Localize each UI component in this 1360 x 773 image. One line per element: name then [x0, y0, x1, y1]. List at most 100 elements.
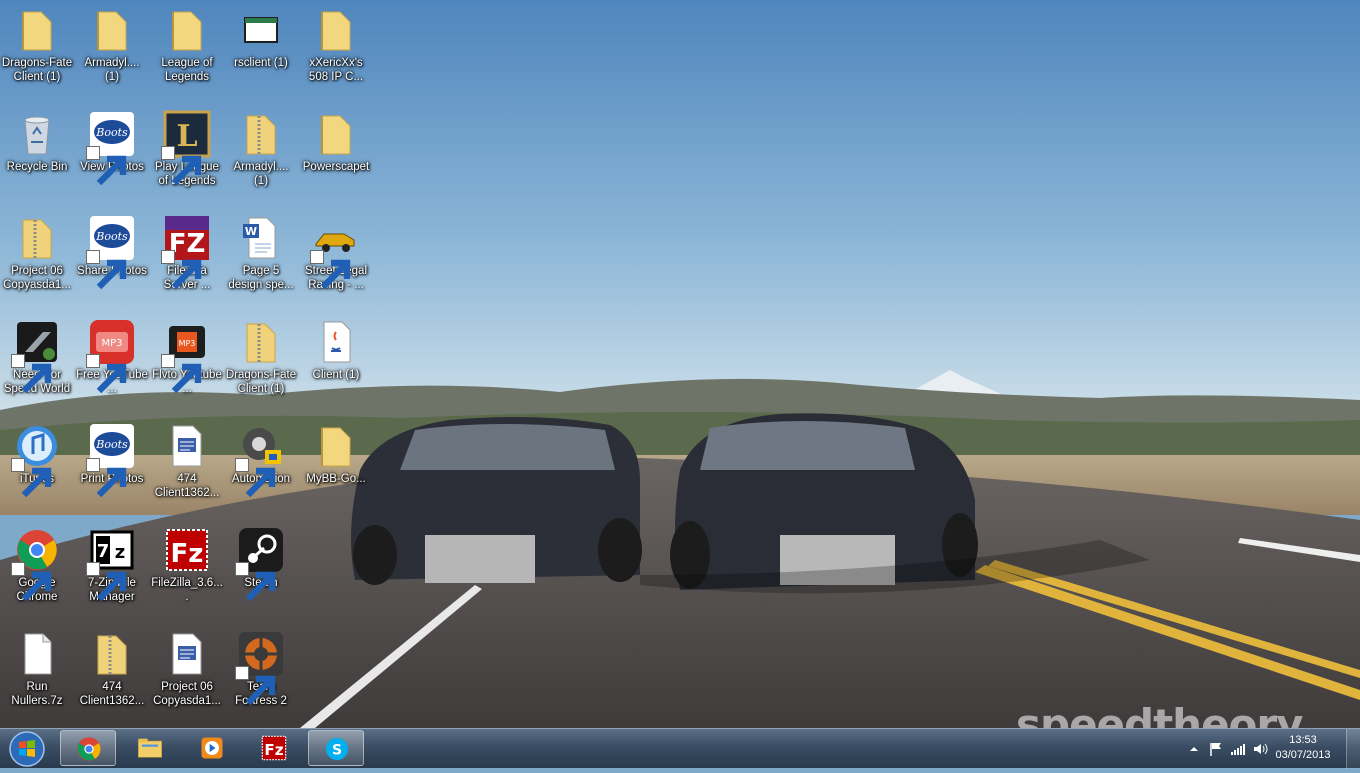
desktop-icon-filezilla-server[interactable]: FZ FileZilla Server ... — [150, 208, 224, 308]
shortcut-arrow-icon — [235, 666, 276, 706]
taskbar-chrome-button[interactable] — [60, 730, 116, 766]
file-explorer-icon — [138, 738, 162, 758]
media-player-icon — [201, 737, 223, 759]
shortcut-arrow-icon — [86, 562, 127, 602]
desktop-icon-474-client-zip[interactable]: 474 Client1362... — [75, 624, 149, 724]
desktop-icon-run-nullers[interactable]: Run Nullers.7z — [0, 624, 74, 724]
svg-text:Boots: Boots — [95, 230, 128, 243]
shortcut-arrow-icon — [235, 562, 276, 602]
folder-icon — [88, 6, 136, 54]
desktop-icon-free-youtube[interactable]: MP3 Free YouTube ... — [75, 312, 149, 412]
desktop-icon-dragons-fate-zip[interactable]: Dragons-Fate Client (1) — [224, 312, 298, 412]
desktop: Dragons-Fate Client (1) Recycle Bin Proj… — [0, 0, 1360, 728]
shortcut-arrow-icon — [161, 250, 202, 290]
desktop-icon-automation[interactable]: Automation — [224, 416, 298, 516]
taskbar-filezilla-button[interactable]: Fz — [246, 730, 302, 766]
filezilla-icon: Fz — [261, 735, 287, 761]
clock-date: 03/07/2013 — [1275, 749, 1331, 761]
show-hidden-icons-arrow-icon[interactable] — [1186, 741, 1202, 757]
skype-icon: S — [325, 737, 349, 761]
shortcut-arrow-icon — [86, 146, 127, 186]
steam-icon — [235, 526, 285, 602]
desktop-icon-xxericxx-508[interactable]: xXericXx's 508 IP C... — [299, 0, 373, 100]
svg-text:S: S — [332, 742, 342, 758]
shortcut-arrow-icon — [86, 354, 127, 394]
java-file-icon — [312, 318, 360, 366]
folder-icon — [13, 6, 61, 54]
desktop-icon-need-for-speed-world[interactable]: Need For Speed World — [0, 312, 74, 412]
taskbar-explorer-button[interactable] — [122, 730, 178, 766]
svg-text:Boots: Boots — [95, 126, 128, 139]
start-button[interactable] — [4, 730, 50, 768]
shortcut-arrow-icon — [235, 458, 276, 498]
desktop-icon-recycle-bin[interactable]: Recycle Bin — [0, 104, 74, 204]
desktop-icon-team-fortress-2[interactable]: Team Fortress 2 — [224, 624, 298, 724]
chrome-icon — [11, 526, 61, 602]
taskbar: Fz S 13:53 03/07/2013 — [0, 728, 1360, 769]
action-center-flag-icon[interactable] — [1208, 741, 1224, 757]
desktop-icon-street-legal-racing[interactable]: Street Legal Racing - ... — [299, 208, 373, 308]
filezilla-icon: Fz — [163, 526, 211, 574]
svg-text:W: W — [245, 225, 257, 238]
batch-file-icon — [163, 422, 211, 470]
folder-icon — [163, 6, 211, 54]
word-document-icon: W — [237, 214, 285, 262]
svg-text:Fz: Fz — [264, 741, 283, 759]
desktop-icon-share-photos[interactable]: Boots Share Photos — [75, 208, 149, 308]
boots-photo-icon: Boots — [86, 214, 136, 290]
desktop-icon-client-java[interactable]: Client (1) — [299, 312, 373, 412]
folder-icon — [312, 110, 360, 158]
shortcut-arrow-icon — [11, 458, 52, 498]
zip-folder-icon — [88, 630, 136, 678]
folder-icon — [312, 6, 360, 54]
desktop-icon-google-chrome[interactable]: Google Chrome — [0, 520, 74, 620]
system-tray: 13:53 03/07/2013 — [1160, 729, 1360, 769]
svg-text:MP3: MP3 — [101, 338, 122, 349]
desktop-icon-play-league-of-legends[interactable]: L Play League of Legends — [150, 104, 224, 204]
svg-text:Boots: Boots — [95, 438, 128, 451]
shortcut-arrow-icon — [310, 250, 351, 290]
desktop-icon-flvto-youtube[interactable]: MP3 Flvto Youtube ... — [150, 312, 224, 412]
desktop-icon-armadyl-zip[interactable]: Armadyl.... (1) — [224, 104, 298, 204]
clock[interactable]: 13:53 03/07/2013 — [1268, 733, 1338, 763]
zip-folder-icon — [237, 110, 285, 158]
desktop-icon-project-06-batch[interactable]: Project 06 Copyasda1... — [150, 624, 224, 724]
desktop-icon-powerscapet[interactable]: Powerscapet — [299, 104, 373, 204]
folder-icon — [312, 422, 360, 470]
zip-folder-icon — [237, 318, 285, 366]
shortcut-arrow-icon — [86, 458, 127, 498]
blank-file-icon — [13, 630, 61, 678]
desktop-icon-league-of-legends-folder[interactable]: League of Legends — [150, 0, 224, 100]
svg-text:z: z — [115, 542, 125, 563]
desktop-icon-filezilla[interactable]: Fz FileZilla_3.6.... — [150, 520, 224, 620]
boots-photo-icon: Boots — [86, 110, 136, 186]
desktop-icon-steam[interactable]: Steam — [224, 520, 298, 620]
desktop-icon-armadyl-1[interactable]: Armadyl.... (1) — [75, 0, 149, 100]
chrome-icon — [77, 737, 101, 761]
batch-file-icon — [163, 630, 211, 678]
desktop-icon-dragons-fate-client[interactable]: Dragons-Fate Client (1) — [0, 0, 74, 100]
show-desktop-button[interactable] — [1346, 729, 1360, 769]
desktop-icon-7zip-file-manager[interactable]: 7z 7-Zip File Manager — [75, 520, 149, 620]
taskbar-media-player-button[interactable] — [184, 730, 240, 766]
shortcut-arrow-icon — [161, 354, 202, 394]
svg-text:Fz: Fz — [171, 539, 204, 569]
flvto-icon: MP3 — [161, 318, 211, 394]
desktop-icon-project-06[interactable]: Project 06 Copyasda1... — [0, 208, 74, 308]
league-of-legends-icon: L — [161, 110, 211, 186]
volume-icon[interactable] — [1252, 741, 1268, 757]
desktop-icon-itunes[interactable]: iTunes — [0, 416, 74, 516]
recycle-bin-icon — [13, 110, 61, 158]
filezilla-server-icon: FZ — [161, 214, 211, 290]
desktop-icon-print-photos[interactable]: Boots Print Photos — [75, 416, 149, 516]
desktop-icon-474-client-batch[interactable]: 474 Client1362... — [150, 416, 224, 516]
taskbar-skype-button[interactable]: S — [308, 730, 364, 766]
desktop-icon-page-5-design[interactable]: W Page 5 design spe... — [224, 208, 298, 308]
desktop-icon-rsclient[interactable]: rsclient (1) — [224, 0, 298, 100]
racing-car-icon — [310, 214, 360, 290]
desktop-icon-mybb-go[interactable]: MyBB-Go... — [299, 416, 373, 516]
desktop-icon-view-photos[interactable]: Boots View Photos — [75, 104, 149, 204]
automation-gear-icon — [235, 422, 285, 498]
network-signal-icon[interactable] — [1230, 741, 1246, 757]
windows-start-icon — [9, 731, 45, 767]
